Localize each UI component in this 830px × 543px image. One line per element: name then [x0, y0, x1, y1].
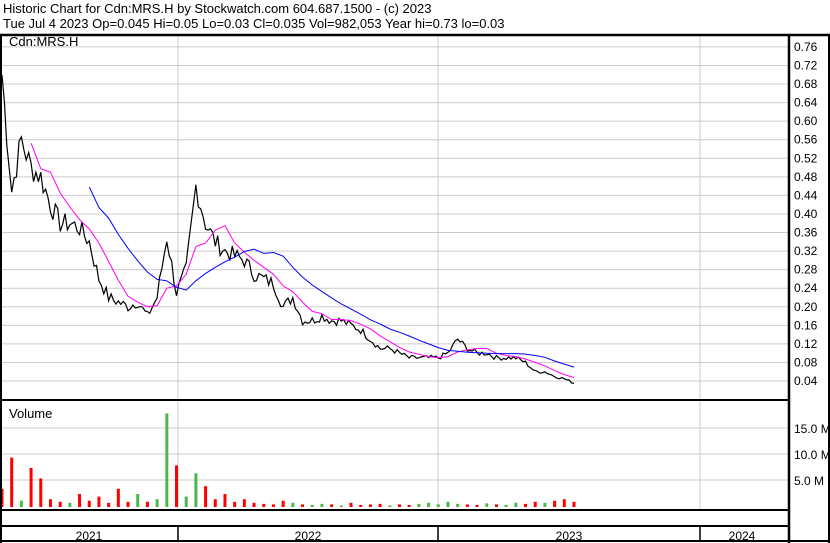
price-tick-label: 0.56: [794, 133, 818, 147]
volume-bar: [553, 500, 557, 507]
price-tick-label: 0.48: [794, 170, 818, 184]
volume-bar: [68, 502, 72, 507]
volume-bar: [175, 465, 179, 507]
volume-bar: [543, 502, 547, 507]
volume-bar: [252, 502, 256, 507]
volume-bar: [10, 457, 14, 507]
volume-bar: [242, 499, 246, 507]
volume-bar: [330, 504, 334, 507]
volume-bar: [465, 504, 469, 507]
volume-bar: [456, 503, 460, 507]
volume-bar: [427, 502, 431, 507]
volume-label: Volume: [9, 406, 52, 421]
volume-bar: [223, 494, 227, 507]
volume-bar: [359, 504, 363, 507]
volume-bar: [388, 505, 392, 507]
volume-bar: [320, 503, 324, 507]
volume-bar: [349, 502, 353, 507]
price-tick-label: 0.44: [794, 188, 818, 202]
price-tick-label: 0.76: [794, 40, 818, 54]
volume-bar: [107, 502, 111, 507]
volume-tick-label: 15.0 M: [794, 422, 830, 436]
short-moving-average: [30, 143, 575, 378]
volume-bar: [58, 501, 62, 507]
volume-bar: [165, 413, 169, 507]
price-tick-label: 0.64: [794, 96, 818, 110]
volume-bar: [194, 473, 198, 507]
volume-bar: [116, 488, 120, 507]
price-tick-label: 0.28: [794, 263, 818, 277]
price-tick-label: 0.16: [794, 318, 818, 332]
volume-bar: [368, 504, 372, 507]
volume-bar: [378, 503, 382, 507]
volume-bar: [417, 503, 421, 507]
volume-bar: [310, 504, 314, 507]
volume-bar: [301, 504, 305, 507]
volume-bar: [504, 504, 508, 507]
volume-bar: [213, 499, 217, 507]
volume-bar: [446, 501, 450, 507]
symbol-label: Cdn:MRS.H: [9, 34, 78, 49]
price-tick-label: 0.32: [794, 244, 818, 258]
volume-bar: [271, 504, 275, 507]
volume-bar: [233, 501, 237, 507]
volume-bar: [485, 503, 489, 507]
volume-bar: [184, 496, 188, 507]
volume-bar: [407, 504, 411, 507]
volume-bar: [29, 468, 33, 507]
volume-bar: [78, 494, 82, 507]
price-tick-label: 0.20: [794, 300, 818, 314]
volume-bar: [291, 502, 295, 507]
price-tick-label: 0.08: [794, 355, 818, 369]
volume-bar: [39, 478, 43, 507]
volume-bar: [475, 504, 479, 507]
volume-bar: [339, 505, 343, 507]
volume-bar: [204, 486, 208, 507]
price-tick-label: 0.12: [794, 337, 818, 351]
volume-bar: [262, 503, 266, 507]
price-tick-label: 0.68: [794, 77, 818, 91]
volume-bar: [97, 496, 101, 507]
volume-bar: [87, 500, 91, 507]
volume-bar: [572, 501, 576, 507]
volume-bar: [48, 499, 52, 507]
chart-svg: 0.76 0.72 0.68 0.64 0.60 0.56 0.52 0.48 0.44 0.40…: [0, 33, 830, 543]
volume-bar: [281, 500, 285, 507]
volume-bar: [145, 501, 149, 507]
volume-tick-label: 10.0 M: [794, 448, 830, 462]
volume-bar: [533, 501, 537, 507]
volume-tick-label: 5.0 M: [794, 474, 824, 488]
volume-bar: [524, 503, 528, 507]
stock-chart: Historic Chart for Cdn:MRS.H by Stockwat…: [0, 0, 830, 543]
volume-bar: [19, 500, 23, 507]
volume-bar: [126, 501, 130, 507]
price-tick-label: 0.72: [794, 58, 818, 72]
price-tick-label: 0.40: [794, 207, 818, 221]
volume-bar: [562, 499, 566, 507]
volume-bar: [514, 502, 518, 507]
volume-bar: [494, 504, 498, 507]
price-tick-label: 0.24: [794, 281, 818, 295]
volume-bar: [155, 499, 159, 507]
volume-bar: [436, 504, 440, 507]
volume-bar: [136, 494, 140, 507]
price-tick-label: 0.52: [794, 151, 818, 165]
price-tick-label: 0.36: [794, 226, 818, 240]
volume-bar: [397, 504, 401, 507]
price-tick-label: 0.60: [794, 114, 818, 128]
price-tick-label: 0.04: [794, 374, 818, 388]
